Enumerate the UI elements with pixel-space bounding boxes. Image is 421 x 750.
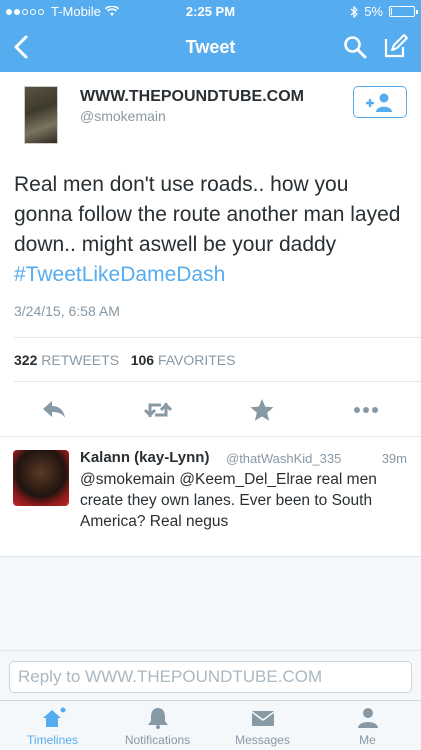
reply-avatar[interactable] xyxy=(13,450,69,506)
add-user-icon xyxy=(366,93,392,112)
author-name[interactable]: WWW.THEPOUNDTUBE.COM xyxy=(80,88,304,106)
tab-label: Messages xyxy=(235,733,290,747)
tab-label: Notifications xyxy=(124,733,191,747)
tab-me[interactable]: Me xyxy=(315,701,420,750)
reply-author-name[interactable]: Kalann (kay-Lynn) xyxy=(80,449,209,466)
favorites-stat[interactable]: 106 FAVORITES xyxy=(131,352,236,368)
hashtag-link[interactable]: #TweetLikeDameDash xyxy=(14,263,225,286)
reply-icon[interactable] xyxy=(40,398,68,422)
author-avatar[interactable] xyxy=(24,86,58,144)
empty-area xyxy=(0,556,421,650)
tab-label: Me xyxy=(359,733,376,747)
divider xyxy=(0,436,421,437)
nav-bar: Tweet xyxy=(0,22,421,72)
reply-timestamp: 39m xyxy=(381,451,407,466)
bell-icon xyxy=(148,708,168,729)
divider xyxy=(14,381,421,382)
tab-timelines[interactable]: Timelines xyxy=(0,701,105,750)
reply-bar xyxy=(0,650,421,700)
more-options-icon[interactable] xyxy=(352,398,380,422)
reply-input[interactable] xyxy=(9,661,412,693)
favorites-label: FAVORITES xyxy=(157,352,236,368)
bluetooth-icon xyxy=(350,5,359,18)
tab-notifications[interactable]: Notifications xyxy=(105,701,210,750)
envelope-icon xyxy=(251,711,275,726)
reply-text: @smokemain @Keem_Del_Elrae real men crea… xyxy=(80,471,377,530)
compose-icon[interactable] xyxy=(383,33,409,59)
retweets-count: 322 xyxy=(14,352,38,368)
battery-level xyxy=(391,8,392,15)
retweet-icon[interactable] xyxy=(144,398,172,422)
tweet-stats: 322 RETWEETS 106 FAVORITES xyxy=(14,352,236,368)
tab-messages[interactable]: Messages xyxy=(210,701,315,750)
battery-percent: 5% xyxy=(364,4,383,19)
person-icon xyxy=(358,708,378,728)
battery-icon xyxy=(389,6,418,17)
reply-author-handle[interactable]: @thatWashKid_335 xyxy=(226,451,341,466)
retweets-label: RETWEETS xyxy=(41,352,120,368)
home-icon xyxy=(43,707,66,727)
tab-bar: Timelines Notifications Messages Me xyxy=(0,700,421,750)
retweets-stat[interactable]: 322 RETWEETS xyxy=(14,352,119,368)
follow-button[interactable] xyxy=(353,86,407,118)
tab-label: Timelines xyxy=(27,733,78,747)
status-bar: T-Mobile 2:25 PM 5% xyxy=(0,0,421,22)
favorite-star-icon[interactable] xyxy=(248,398,276,422)
battery-info: 5% xyxy=(350,4,418,19)
search-icon[interactable] xyxy=(343,35,367,59)
divider xyxy=(14,337,421,338)
tweet-body: Real men don't use roads.. how you gonna… xyxy=(14,173,401,256)
favorites-count: 106 xyxy=(130,352,155,368)
tweet-text: Real men don't use roads.. how you gonna… xyxy=(14,170,409,290)
tweet-timestamp: 3/24/15, 6:58 AM xyxy=(14,303,120,319)
author-handle[interactable]: @smokemain xyxy=(80,108,166,124)
top-bar: T-Mobile 2:25 PM 5% Tweet xyxy=(0,0,421,72)
